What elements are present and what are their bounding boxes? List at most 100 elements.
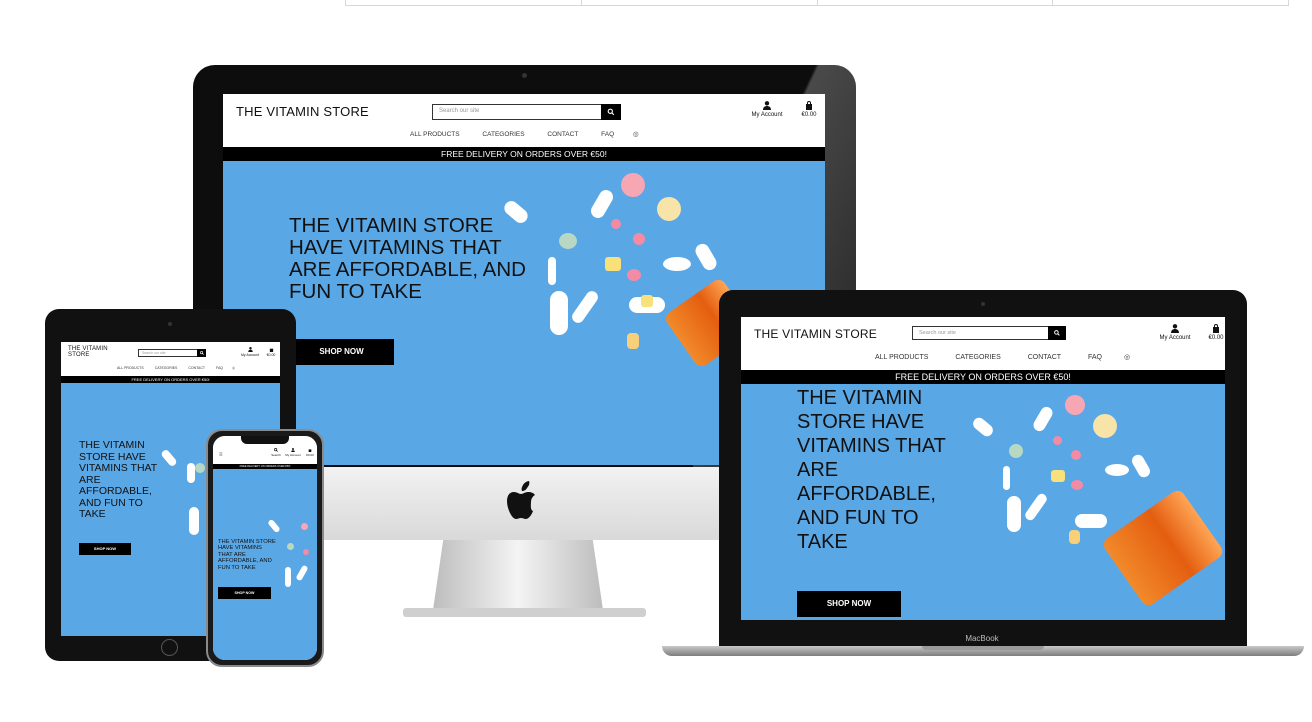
shop-now-button[interactable]: SHOP NOW <box>289 339 394 365</box>
pill <box>1023 491 1049 523</box>
nav-faq[interactable]: FAQ <box>216 366 223 370</box>
site-brand[interactable]: THE VITAMIN STORE <box>68 346 108 358</box>
phone-screen: 9:41 ≡ Search My Account €0.00 FREE DELI… <box>213 436 317 660</box>
shopping-bag-icon <box>308 449 312 452</box>
pill <box>970 415 996 439</box>
site-header: THE VITAMIN STORE Search our site My Acc… <box>223 94 825 147</box>
apple-logo-icon <box>507 481 541 521</box>
nav-contact[interactable]: CONTACT <box>547 131 578 138</box>
pill <box>1009 444 1023 458</box>
search-input[interactable]: Search our site <box>912 326 1066 340</box>
pill <box>663 257 691 271</box>
shopping-bag-icon <box>1213 324 1219 333</box>
nav-all-products[interactable]: ALL PRODUCTS <box>410 131 460 138</box>
search-icon <box>1054 330 1060 336</box>
nav-faq[interactable]: FAQ <box>601 131 614 138</box>
nav-categories[interactable]: CATEGORIES <box>955 354 1000 361</box>
delivery-banner: FREE DELIVERY ON ORDERS OVER €50! <box>61 376 280 383</box>
cart-total: €0.00 <box>266 353 276 357</box>
hero-section: THE VITAMIN STORE HAVE VITAMINS THAT ARE… <box>741 384 1225 620</box>
nav-contact[interactable]: CONTACT <box>188 366 205 370</box>
pill-bottle <box>1100 487 1225 609</box>
hero-title: THE VITAMIN STORE HAVE VITAMINS THAT ARE… <box>218 539 276 571</box>
pill <box>559 233 577 249</box>
site-header: THE VITAMIN STORE Search our site My Acc… <box>741 317 1225 370</box>
search-placeholder: Search our site <box>439 108 480 114</box>
pill <box>1007 496 1021 532</box>
account-link[interactable]: My Account <box>283 448 303 457</box>
hero-title: THE VITAMIN STORE HAVE VITAMINS THAT ARE… <box>797 387 946 553</box>
table-cell <box>818 0 1054 5</box>
user-icon <box>763 101 771 110</box>
nav-all-products[interactable]: ALL PRODUCTS <box>117 366 144 370</box>
nav-faq[interactable]: FAQ <box>1088 354 1102 361</box>
imac-stand <box>433 540 603 610</box>
shop-now-button[interactable]: SHOP NOW <box>218 587 271 599</box>
instagram-icon[interactable]: ◎ <box>232 366 235 370</box>
site-brand[interactable]: THE VITAMIN STORE <box>236 104 369 119</box>
pill <box>550 291 568 335</box>
table-strip <box>345 0 1289 6</box>
pill <box>633 233 645 245</box>
account-link[interactable]: My Account <box>747 101 787 118</box>
pill <box>627 269 641 281</box>
pill <box>187 463 195 483</box>
search-button[interactable] <box>1048 326 1066 340</box>
laptop-device: MacBook THE VITAMIN STORE Search our sit… <box>662 290 1304 660</box>
camera-icon <box>522 73 527 78</box>
pill <box>621 173 645 197</box>
pill <box>657 197 681 221</box>
pill <box>1075 514 1107 528</box>
pill <box>692 241 720 273</box>
instagram-icon[interactable]: ◎ <box>1124 353 1130 361</box>
pill <box>627 333 639 349</box>
camera-icon <box>168 322 172 326</box>
pill <box>160 448 178 468</box>
pill <box>1031 404 1055 434</box>
account-link[interactable]: My Account <box>1155 324 1195 341</box>
pill <box>1129 452 1153 480</box>
cart-link[interactable]: €0.00 <box>304 448 316 457</box>
search-button[interactable] <box>601 104 621 120</box>
cart-link[interactable]: €0.00 <box>1205 324 1225 341</box>
pill <box>1065 395 1085 415</box>
cart-link[interactable]: €0.00 <box>798 101 820 118</box>
shop-now-button[interactable]: SHOP NOW <box>797 591 901 617</box>
pill <box>301 523 308 530</box>
pill <box>303 549 309 555</box>
laptop-notch <box>922 646 1044 650</box>
nav-contact[interactable]: CONTACT <box>1028 354 1061 361</box>
cart-total: €0.00 <box>1208 335 1224 341</box>
hero-title: THE VITAMIN STORE HAVE VITAMINS THAT ARE… <box>289 214 526 303</box>
main-nav: ALL PRODUCTS CATEGORIES CONTACT FAQ ◎ <box>875 353 1130 361</box>
delivery-banner: FREE DELIVERY ON ORDERS OVER €50! <box>223 147 825 161</box>
nav-categories[interactable]: CATEGORIES <box>155 366 178 370</box>
account-label: My Account <box>751 112 783 118</box>
account-link[interactable]: My Account <box>239 347 261 357</box>
search-input[interactable]: Search our site <box>138 349 206 357</box>
search-link[interactable]: Search <box>269 448 283 457</box>
imac-foot <box>403 608 646 617</box>
pill <box>1071 450 1081 460</box>
search-icon <box>199 351 204 355</box>
site-brand[interactable]: THE VITAMIN STORE <box>754 327 877 341</box>
laptop-label: MacBook <box>965 634 999 643</box>
pill <box>1093 414 1117 438</box>
camera-icon <box>981 302 985 306</box>
search-input[interactable]: Search our site <box>432 104 621 120</box>
pill <box>1071 480 1083 490</box>
search-button[interactable] <box>197 349 206 357</box>
laptop-screen: THE VITAMIN STORE Search our site My Acc… <box>741 317 1225 620</box>
instagram-icon[interactable]: ◎ <box>633 130 639 138</box>
account-label: My Account <box>1159 335 1191 341</box>
nav-categories[interactable]: CATEGORIES <box>482 131 524 138</box>
cart-total: €0.00 <box>801 112 817 118</box>
menu-icon[interactable]: ≡ <box>219 452 223 458</box>
pill <box>1105 464 1129 476</box>
nav-all-products[interactable]: ALL PRODUCTS <box>875 354 928 361</box>
account-label: My Account <box>240 353 260 357</box>
brand-line-2: STORE <box>68 352 90 358</box>
user-icon <box>247 347 253 352</box>
cart-link[interactable]: €0.00 <box>264 347 278 357</box>
shop-now-button[interactable]: SHOP NOW <box>79 543 131 555</box>
